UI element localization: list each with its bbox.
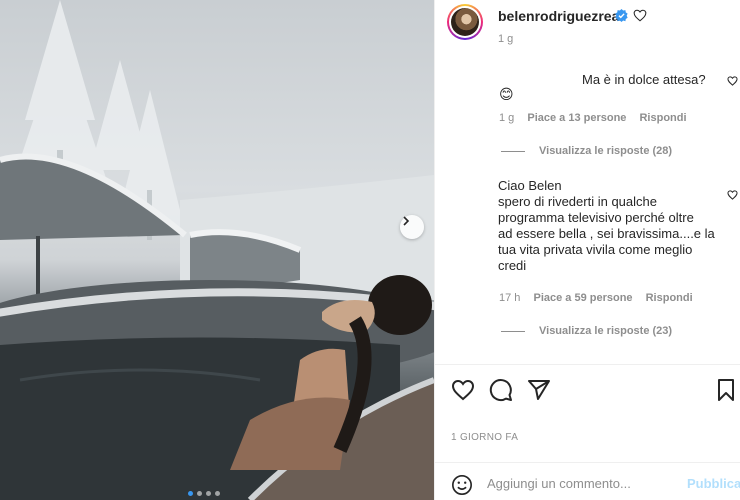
smiley-icon[interactable]	[451, 474, 473, 496]
comment-composer: Pubblica	[435, 462, 740, 500]
comment-time: 17 h	[499, 292, 521, 304]
post-time: 1 g	[498, 33, 514, 45]
next-slide-button[interactable]	[400, 215, 424, 239]
carousel-dot	[188, 491, 193, 496]
reply-button[interactable]: Rispondi	[639, 112, 686, 124]
comment-likes-link[interactable]: Piace a 59 persone	[533, 292, 632, 304]
post-side-panel: belenrodriguezreal 1 g Ma è in dolce att…	[434, 0, 740, 500]
comment-meta: 1 g Piace a 13 persone Rispondi	[499, 112, 697, 124]
snow-hot-tub-scene	[0, 0, 434, 500]
avatar[interactable]	[447, 4, 483, 40]
comment-likes-link[interactable]: Piace a 13 persone	[527, 112, 626, 124]
verified-badge-icon	[615, 9, 628, 22]
comment-like-heart-icon[interactable]	[727, 76, 738, 86]
comment-text: Ciao Belen spero di rivederti in qualche…	[498, 178, 715, 273]
carousel-dot	[197, 491, 202, 496]
chevron-right-icon	[403, 216, 410, 226]
comment-meta: 17 h Piace a 59 persone Rispondi	[499, 292, 703, 304]
comment-text: Ma è in dolce attesa?	[582, 72, 706, 87]
paper-plane-icon[interactable]	[527, 378, 551, 402]
view-replies-label: Visualizza le risposte (28)	[539, 145, 673, 157]
post-date: 1 GIORNO FA	[451, 432, 519, 443]
heart-icon[interactable]	[451, 378, 475, 402]
view-replies-label: Visualizza le risposte (23)	[539, 325, 673, 337]
divider	[435, 364, 740, 365]
comment-emoji: 😊	[499, 86, 514, 102]
reply-button[interactable]: Rispondi	[646, 292, 693, 304]
view-replies-button[interactable]: Visualizza le risposte (28)	[501, 145, 672, 157]
publish-button[interactable]: Pubblica	[687, 476, 740, 491]
comment-bubble-icon[interactable]	[489, 378, 513, 402]
action-bar	[435, 378, 740, 406]
post-header: belenrodriguezreal 1 g	[435, 0, 740, 50]
heart-icon[interactable]	[633, 9, 647, 22]
comment-time: 1 g	[499, 112, 515, 124]
comment-like-heart-icon[interactable]	[727, 190, 738, 200]
carousel-dot	[206, 491, 211, 496]
bookmark-icon[interactable]	[715, 378, 737, 402]
carousel-dot	[215, 491, 220, 496]
carousel-indicator	[188, 491, 220, 496]
username-link[interactable]: belenrodriguezreal	[498, 8, 623, 24]
post-photo[interactable]	[0, 0, 434, 500]
view-replies-button[interactable]: Visualizza le risposte (23)	[501, 325, 672, 337]
comment-input[interactable]	[487, 473, 677, 493]
